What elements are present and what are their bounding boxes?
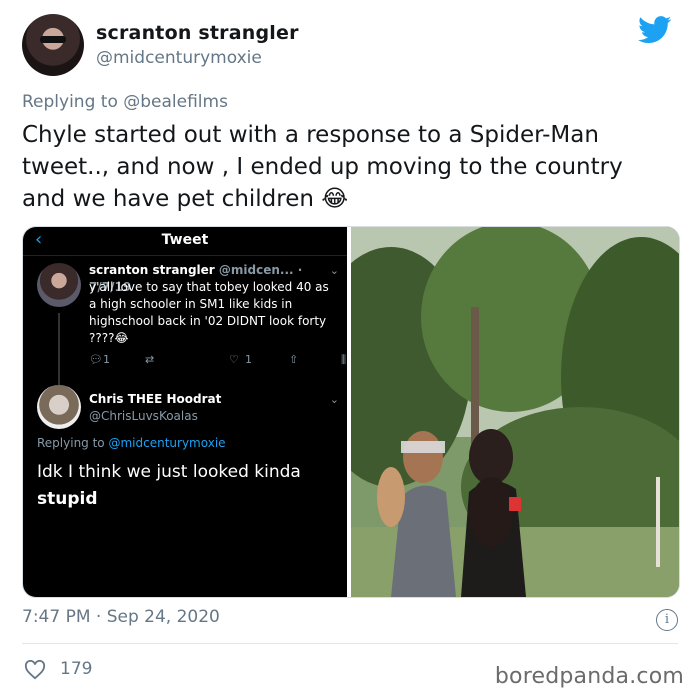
screenshot-tweet2-name: Chris THEE Hoodrat bbox=[89, 392, 222, 406]
chevron-down-icon: ⌄ bbox=[329, 264, 339, 277]
photo-couple-with-dogs[interactable] bbox=[351, 227, 679, 597]
avatar[interactable] bbox=[22, 14, 84, 76]
screenshot-tweet2-body: Idk I think we just looked kinda stupid bbox=[37, 462, 301, 509]
screenshot-header: ‹ Tweet bbox=[23, 227, 347, 256]
replying-to: Replying to @bealefilms bbox=[22, 92, 228, 112]
screenshot-tweet2-handle: @ChrisLuvsKoalas bbox=[89, 409, 198, 423]
like-count: 179 bbox=[60, 659, 93, 679]
user-handle[interactable]: @midcenturymoxie bbox=[96, 48, 262, 68]
heart-icon[interactable] bbox=[24, 660, 46, 680]
heart-icon: ♡ bbox=[229, 353, 239, 366]
info-icon[interactable]: i bbox=[656, 609, 678, 631]
thread-line bbox=[58, 313, 60, 387]
screenshot-title: Tweet bbox=[161, 232, 209, 248]
media-grid[interactable]: ‹ Tweet scranton strangler @midcen... · … bbox=[22, 226, 680, 598]
embedded-tweet-screenshot[interactable]: ‹ Tweet scranton strangler @midcen... · … bbox=[23, 227, 347, 597]
analytics-icon: ⫼ bbox=[341, 353, 347, 366]
tweet-timestamp[interactable]: 7:47 PM · Sep 24, 2020 bbox=[22, 607, 220, 627]
avatar bbox=[37, 263, 81, 307]
reply-mention-link[interactable]: @bealefilms bbox=[123, 92, 228, 112]
avatar bbox=[37, 385, 81, 429]
watermark: boredpanda.com bbox=[494, 664, 684, 689]
chevron-down-icon: ⌄ bbox=[329, 393, 339, 406]
screenshot-replying-to: Replying to @midcenturymoxie bbox=[37, 436, 226, 450]
tweet-text: Chyle started out with a response to a S… bbox=[22, 122, 623, 212]
divider bbox=[22, 643, 678, 644]
share-icon: ⇧ bbox=[289, 353, 299, 366]
reply-icon: 💬︎ bbox=[89, 353, 103, 366]
display-name[interactable]: scranton strangler bbox=[96, 22, 299, 44]
twitter-bird-icon bbox=[638, 16, 672, 44]
screenshot-tweet1-body: y'all love to say that tobey looked 40 a… bbox=[89, 280, 329, 345]
retweet-icon: ⇄ bbox=[145, 353, 155, 366]
